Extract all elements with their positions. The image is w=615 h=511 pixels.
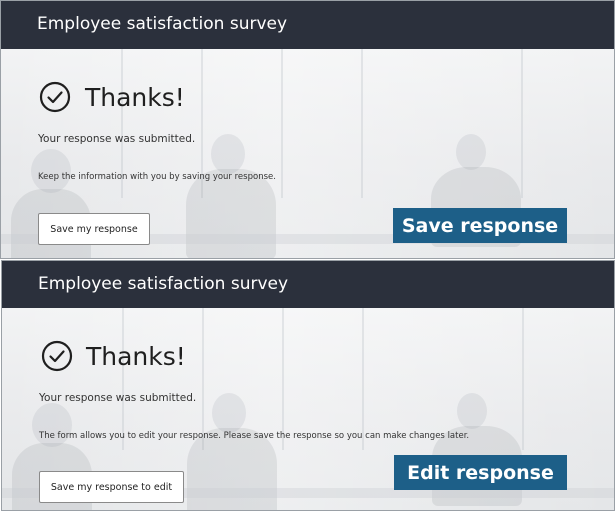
thanks-heading: Thanks!: [86, 342, 186, 371]
edit-response-callout: Edit response: [394, 455, 567, 490]
edit-note: The form allows you to edit your respons…: [39, 431, 470, 441]
edit-response-panel: Employee satisfaction survey Thanks! You…: [1, 260, 615, 511]
save-my-response-to-edit-button[interactable]: Save my response to edit: [39, 471, 184, 503]
check-circle-icon: [41, 340, 73, 372]
save-response-callout: Save response: [393, 208, 567, 243]
survey-title: Employee satisfaction survey: [37, 14, 288, 34]
save-my-response-button[interactable]: Save my response: [38, 213, 150, 245]
survey-header: Employee satisfaction survey: [1, 1, 614, 49]
check-circle-icon: [39, 81, 71, 113]
survey-title: Employee satisfaction survey: [38, 274, 289, 294]
submitted-message: Your response was submitted.: [38, 133, 196, 145]
thanks-heading: Thanks!: [85, 83, 185, 112]
save-note: Keep the information with you by saving …: [38, 172, 276, 182]
save-response-panel: Employee satisfaction survey Thanks! You…: [0, 0, 615, 259]
survey-header: Employee satisfaction survey: [2, 261, 614, 308]
submitted-message: Your response was submitted.: [39, 392, 197, 404]
